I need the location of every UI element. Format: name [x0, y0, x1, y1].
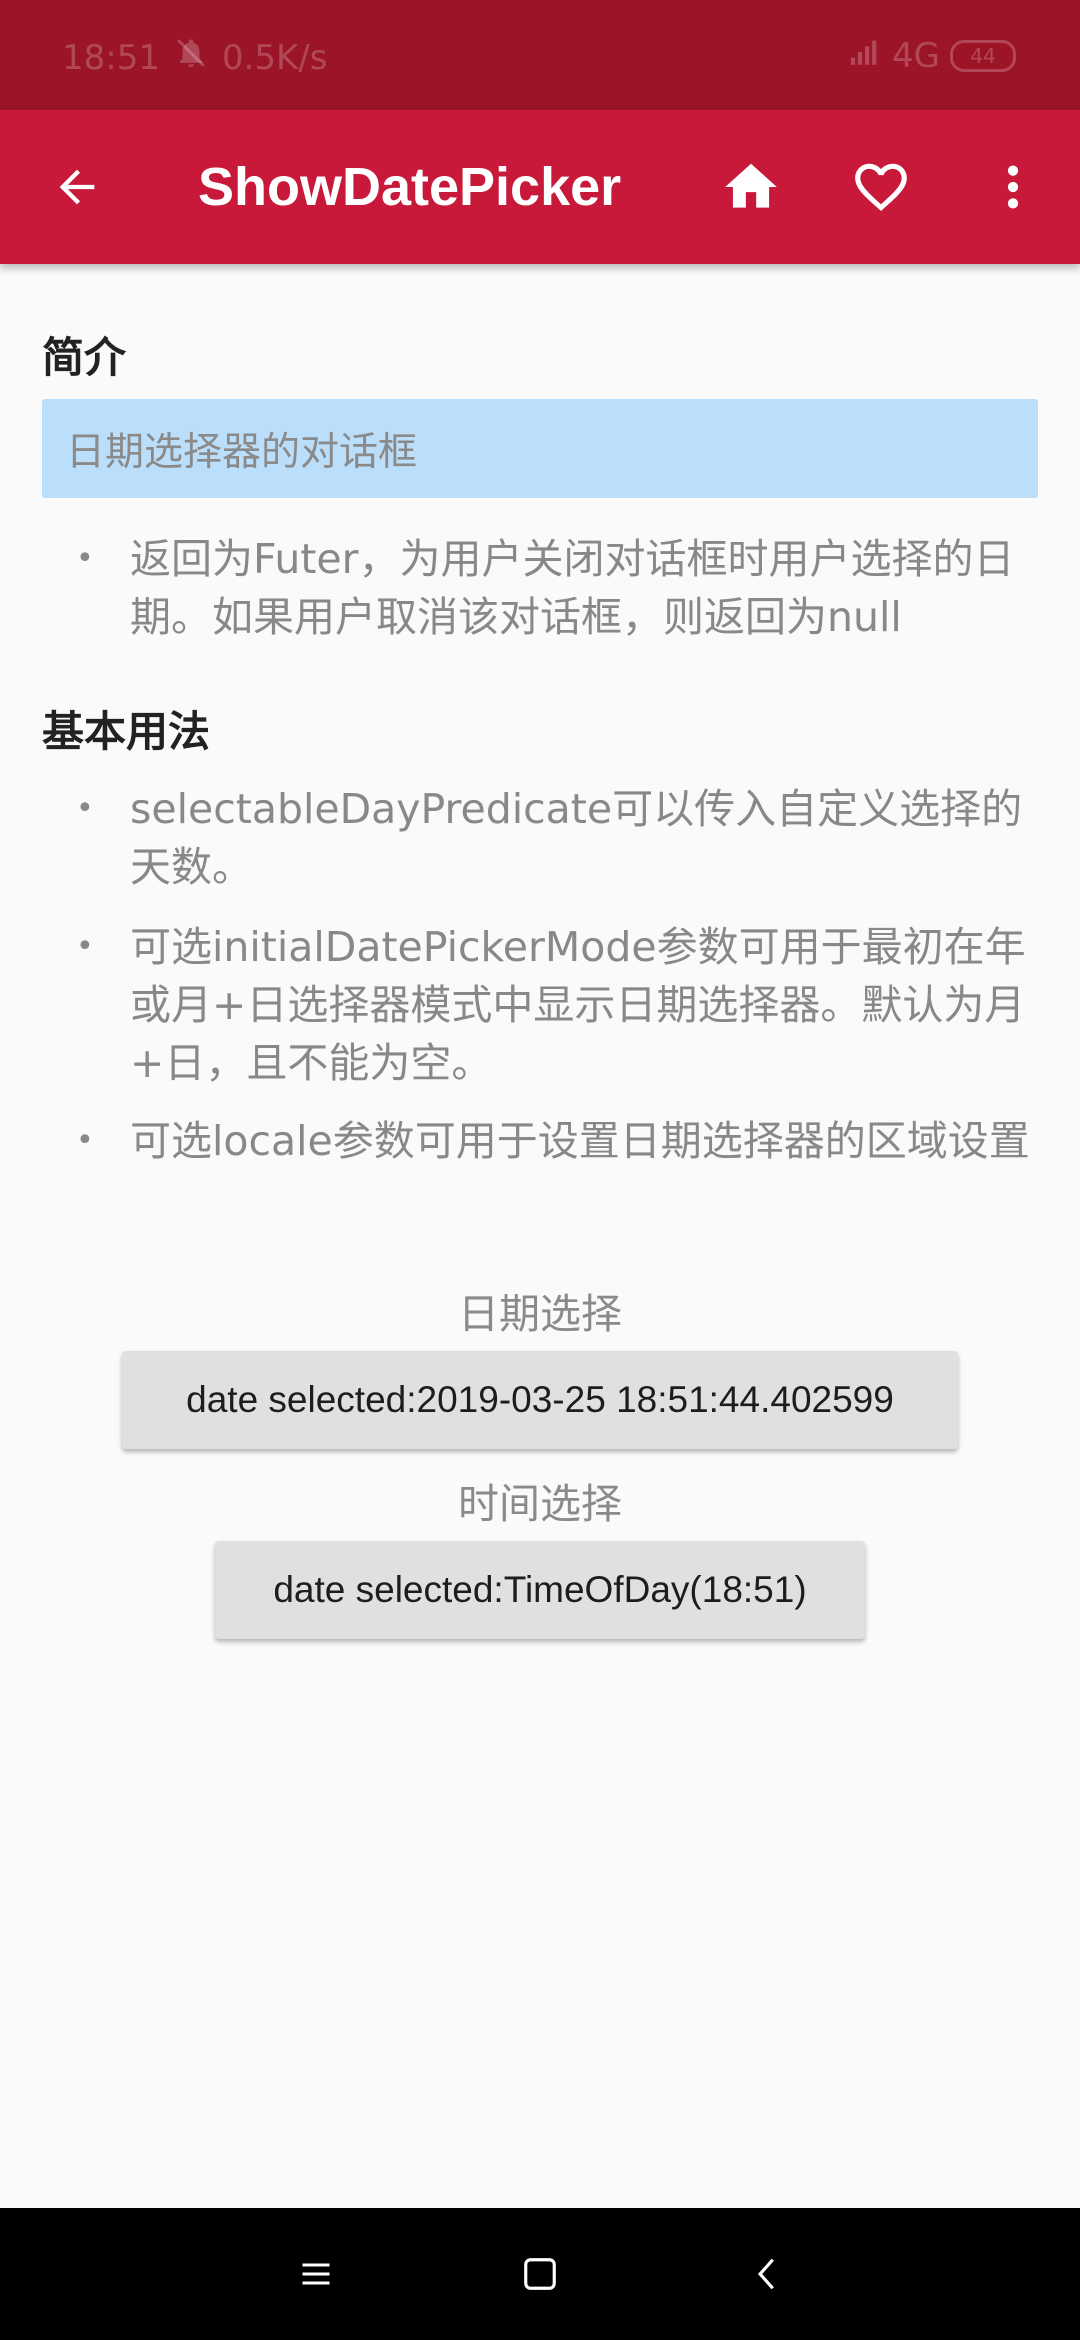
- home-icon[interactable]: [716, 152, 786, 222]
- notification-muted-icon: [174, 36, 208, 79]
- system-nav-bar: [0, 2208, 1080, 2340]
- list-item-text: 可选locale参数可用于设置日期选择器的区域设置: [130, 1117, 1030, 1165]
- bullet-dot: •: [76, 791, 94, 826]
- arrow-left-icon[interactable]: [44, 154, 110, 220]
- list-item-text: selectableDayPredicate可以传入自定义选择的天数。: [130, 785, 1023, 891]
- list-item-text: 可选initialDatePickerMode参数可用于最初在年或月+日选择器模…: [130, 923, 1026, 1087]
- bullet-dot: •: [76, 1123, 94, 1158]
- date-picker-label: 日期选择: [458, 1290, 622, 1338]
- intro-summary-box: 日期选择器的对话框: [42, 399, 1038, 498]
- menu-icon[interactable]: [286, 2244, 346, 2304]
- status-bar: 18:51 0.5K/s 4G 44: [0, 0, 1080, 110]
- app-bar: ShowDatePicker: [0, 110, 1080, 264]
- square-icon[interactable]: [510, 2244, 570, 2304]
- net-speed: 0.5K/s: [221, 37, 328, 78]
- page-title: ShowDatePicker: [198, 157, 622, 217]
- signal-icon: [848, 36, 882, 76]
- intro-summary: 日期选择器的对话框: [66, 429, 418, 475]
- time-picker-label: 时间选择: [458, 1480, 622, 1528]
- status-time: 18:51: [62, 37, 160, 78]
- time-picker-button[interactable]: date selected:TimeOfDay(18:51): [215, 1541, 865, 1639]
- chevron-left-icon[interactable]: [738, 2244, 798, 2304]
- battery-icon: 44: [950, 40, 1016, 72]
- heart-outline-icon[interactable]: [846, 152, 916, 222]
- date-picker-button[interactable]: date selected:2019-03-25 18:51:44.402599: [122, 1351, 958, 1449]
- bullet-dot: •: [76, 929, 94, 964]
- intro-heading: 简介: [42, 333, 127, 382]
- network-type: 4G: [892, 36, 940, 76]
- more-vertical-icon[interactable]: [978, 152, 1048, 222]
- list-item-text: 返回为Futer，为用户关闭对话框时用户选择的日期。如果用户取消该对话框，则返回…: [130, 535, 1015, 641]
- usage-heading: 基本用法: [42, 707, 211, 756]
- bullet-dot: •: [76, 541, 94, 576]
